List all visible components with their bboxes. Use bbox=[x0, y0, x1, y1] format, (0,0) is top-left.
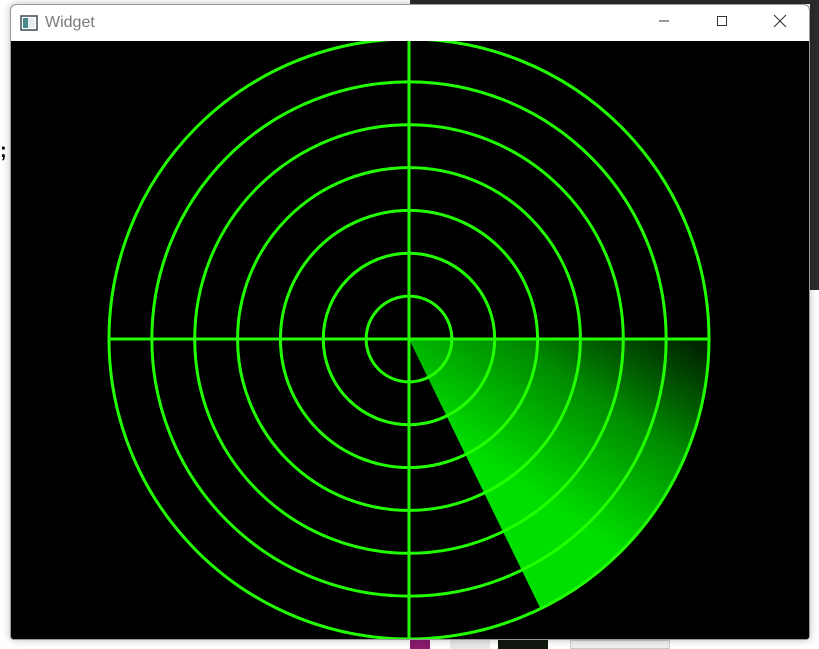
radar-canvas bbox=[11, 41, 809, 639]
desktop-background-right bbox=[810, 0, 819, 290]
qt-window-icon bbox=[20, 15, 38, 31]
minimize-button[interactable] bbox=[635, 5, 693, 41]
title-bar[interactable]: Widget bbox=[11, 5, 809, 41]
close-icon bbox=[773, 14, 787, 33]
widget-window: Widget bbox=[10, 4, 810, 640]
minimize-icon bbox=[658, 14, 670, 32]
maximize-button[interactable] bbox=[693, 5, 751, 41]
maximize-icon bbox=[716, 14, 728, 32]
window-title: Widget bbox=[45, 14, 95, 31]
close-button[interactable] bbox=[751, 5, 809, 41]
background-text-fragment: ; bbox=[0, 140, 7, 162]
radar-display bbox=[107, 41, 711, 639]
